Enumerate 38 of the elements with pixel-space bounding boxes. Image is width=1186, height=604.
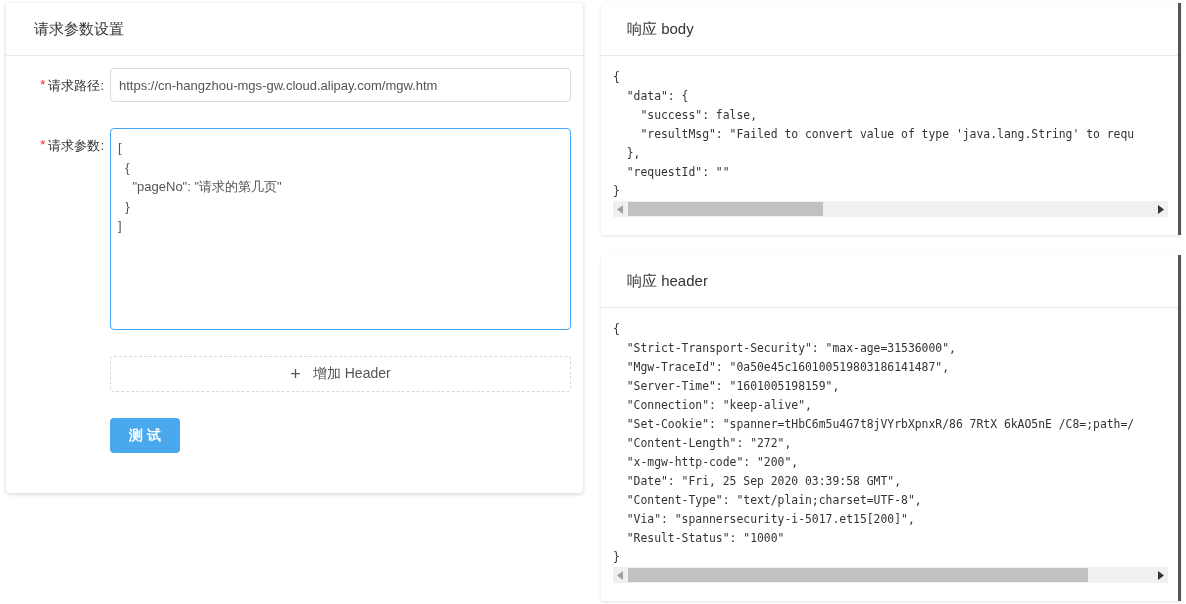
code-line: "resultMsg": "Failed to convert value of type 'java.lang.String' to requ <box>639 126 1136 143</box>
panel-title: 响应 header <box>627 271 708 291</box>
scrollbar-thumb[interactable] <box>628 568 1088 582</box>
scroll-left-icon[interactable] <box>617 204 623 214</box>
horizontal-scrollbar[interactable] <box>613 201 1168 217</box>
params-field[interactable]: [ { "pageNo": "请求的第几页" } ] <box>110 128 571 330</box>
code-line: "Content-Type": "text/plain;charset=UTF-8", <box>625 492 923 509</box>
scroll-right-icon[interactable] <box>1158 204 1164 214</box>
scroll-right-icon[interactable] <box>1158 570 1164 580</box>
code-line: { <box>613 321 621 338</box>
scrollbar-thumb[interactable] <box>628 202 823 216</box>
scroll-left-icon[interactable] <box>617 570 623 580</box>
field-label: 请求路径: <box>48 77 104 95</box>
add-header-button[interactable]: + 增加 Header <box>110 356 571 392</box>
code-line: { <box>613 69 621 86</box>
panel-title: 响应 body <box>627 19 694 39</box>
horizontal-scrollbar[interactable] <box>613 567 1168 583</box>
code-line: "Server-Time": "1601005198159", <box>625 378 841 395</box>
code-line: "Content-Length": "272", <box>625 435 793 452</box>
code-line: "requestId": "" <box>625 164 731 181</box>
code-line: "data": { <box>625 88 690 105</box>
required-mark: * <box>40 77 46 92</box>
code-line: "Result-Status": "1000" <box>625 530 786 547</box>
code-line: "Via": "spannersecurity-i-5017.et15[200]", <box>625 511 916 528</box>
code-line: "Connection": "keep-alive", <box>625 397 813 414</box>
code-line: "Strict-Transport-Security": "max-age=31536000", <box>625 340 957 357</box>
card-title: 请求参数设置 <box>34 19 124 39</box>
code-line: "x-mgw-http-code": "200", <box>625 454 800 471</box>
required-mark: * <box>40 137 46 152</box>
code-line: }, <box>625 145 642 162</box>
code-line: "success": false, <box>639 107 758 124</box>
code-line: "Mgw-TraceId": "0a50e45c160100519803186141487", <box>625 359 951 376</box>
code-line: "Date": "Fri, 25 Sep 2020 03:39:58 GMT", <box>625 473 903 490</box>
url-field[interactable]: https://cn-hangzhou-mgs-gw.cloud.alipay.com/mgw.htm <box>110 68 571 102</box>
code-line: } <box>613 183 621 200</box>
field-label: 请求参数: <box>48 137 104 155</box>
code-line: "Set-Cookie": "spanner=tHbC6m5u4G7t8jVYrbXpnxR/86 7RtX 6kAO5nE /C8=;path=/ <box>625 416 1136 433</box>
code-line: } <box>613 549 621 566</box>
